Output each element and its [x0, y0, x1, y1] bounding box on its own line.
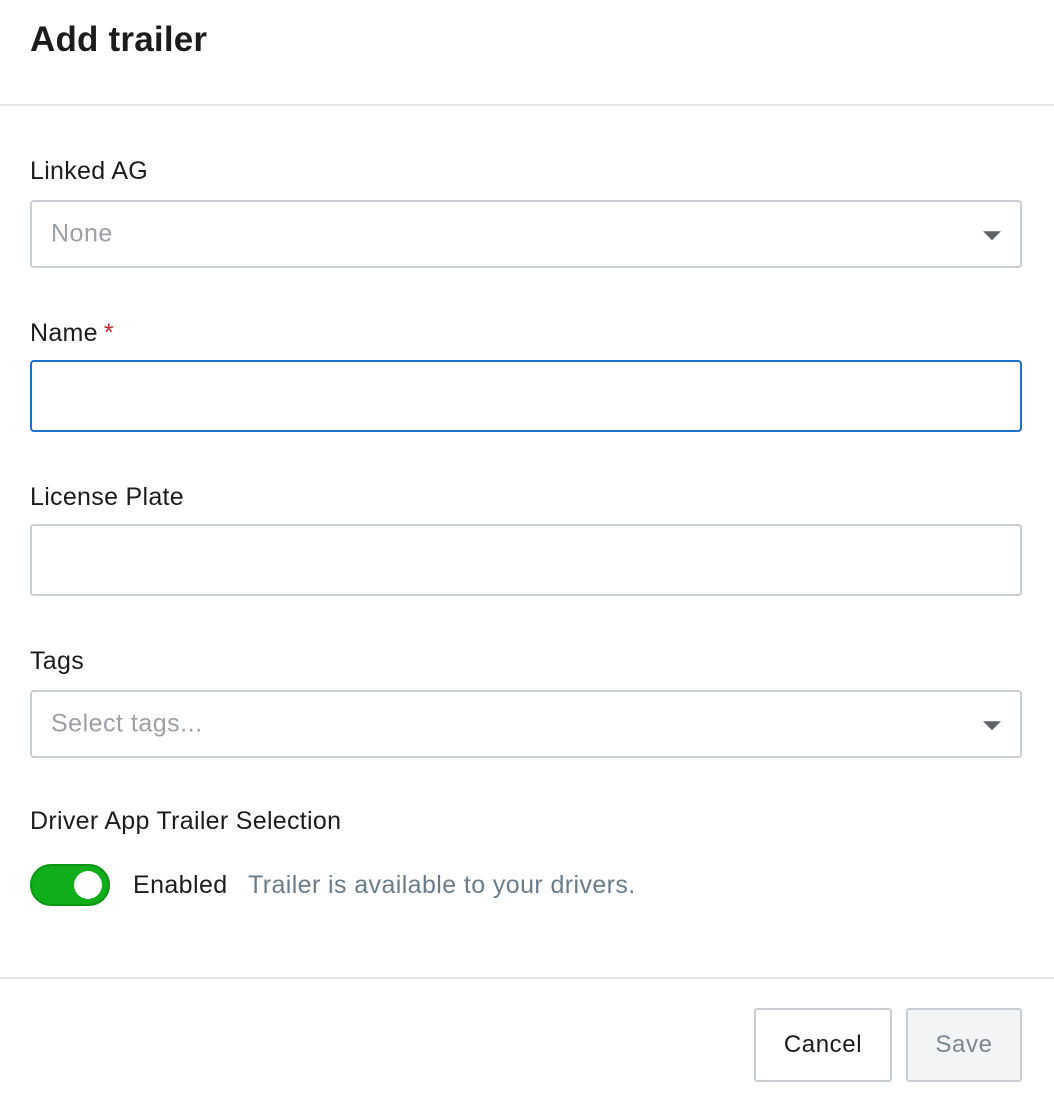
license-plate-label: License Plate — [30, 483, 184, 511]
tags-select[interactable]: Select tags... — [30, 690, 1022, 758]
cancel-button[interactable]: Cancel — [754, 1008, 892, 1082]
toggle-knob — [74, 871, 102, 899]
linked-ag-select[interactable]: None — [30, 200, 1022, 268]
toggle-description: Trailer is available to your drivers. — [248, 871, 636, 899]
required-marker: * — [103, 319, 114, 347]
linked-ag-value: None — [51, 219, 113, 248]
name-input[interactable] — [30, 360, 1022, 432]
add-trailer-dialog: Add trailer Linked AG None Name * License… — [0, 0, 1054, 1096]
license-plate-input[interactable] — [30, 524, 1022, 596]
name-label: Name * — [30, 319, 114, 348]
tags-placeholder: Select tags... — [51, 709, 203, 738]
chevron-down-icon — [983, 231, 1001, 241]
toggle-state-label: Enabled — [133, 871, 228, 899]
name-label-text: Name — [30, 319, 98, 347]
chevron-down-icon — [983, 721, 1001, 731]
footer-divider — [0, 977, 1054, 979]
save-button[interactable]: Save — [906, 1008, 1022, 1082]
driver-app-toggle[interactable] — [30, 864, 110, 906]
driver-app-label: Driver App Trailer Selection — [30, 807, 342, 835]
dialog-title: Add trailer — [30, 20, 208, 59]
dialog-header: Add trailer — [0, 0, 1054, 106]
linked-ag-label: Linked AG — [30, 157, 149, 185]
tags-label: Tags — [30, 647, 85, 675]
